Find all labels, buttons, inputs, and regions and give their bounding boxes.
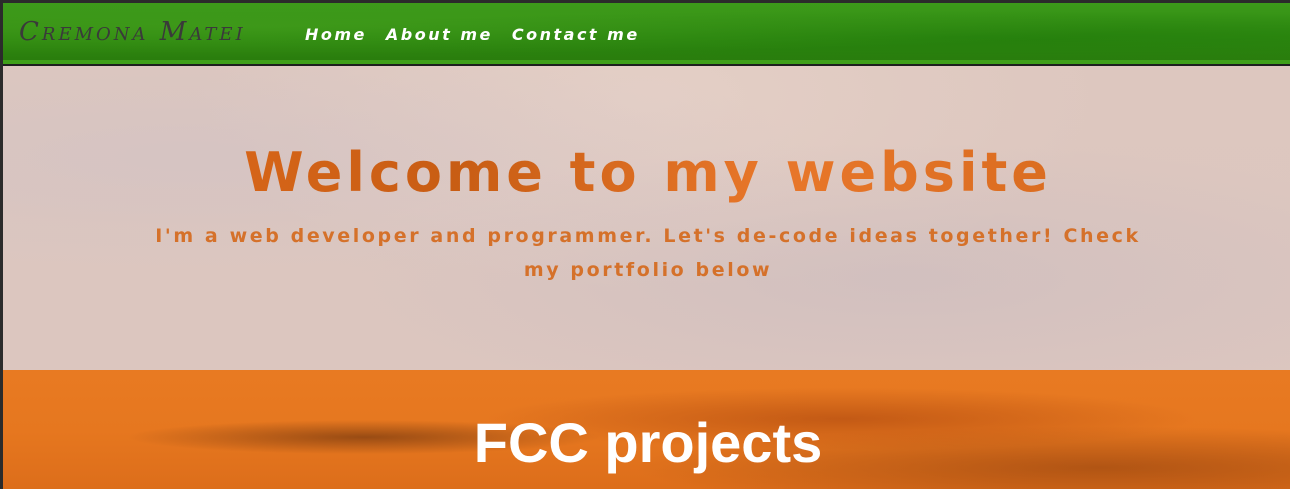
nav-link-about[interactable]: About me — [386, 25, 493, 44]
welcome-section: Welcome to my website I'm a web develope… — [3, 66, 1290, 370]
brand-logo[interactable]: Cremona Matei — [19, 17, 246, 47]
welcome-title: Welcome to my website — [3, 141, 1290, 204]
projects-title: FCC projects — [473, 411, 823, 474]
page-frame: Cremona Matei Home About me Contact me W… — [0, 0, 1290, 489]
welcome-subtitle: I'm a web developer and programmer. Let'… — [155, 225, 1141, 281]
nav-links: Home About me Contact me — [305, 25, 640, 44]
nav-link-home[interactable]: Home — [305, 25, 367, 44]
nav-link-contact[interactable]: Contact me — [512, 25, 640, 44]
top-navbar: Cremona Matei Home About me Contact me — [3, 3, 1290, 64]
projects-section: FCC projects — [3, 370, 1290, 489]
